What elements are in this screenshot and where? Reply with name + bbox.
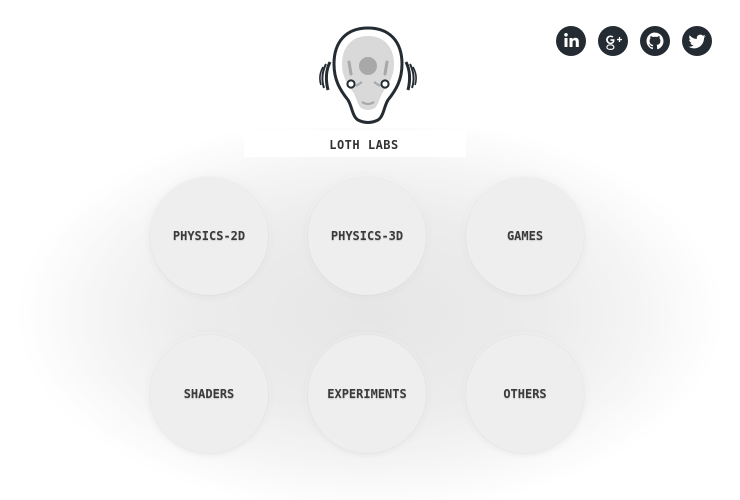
category-shaders-button[interactable]: SHADERS	[150, 335, 268, 453]
category-games-button[interactable]: GAMES	[466, 177, 584, 295]
category-label: OTHERS	[503, 387, 547, 401]
page: LOTH LABS PHYSICS-2D PHYSICS-3D GAMES SH…	[0, 0, 740, 500]
twitter-icon[interactable]	[682, 26, 712, 56]
category-others-button[interactable]: OTHERS	[466, 335, 584, 453]
category-label: PHYSICS-2D	[172, 229, 246, 243]
category-label: SHADERS	[183, 387, 235, 401]
category-experiments-button[interactable]: EXPERIMENTS	[308, 335, 426, 453]
google-plus-icon[interactable]	[598, 26, 628, 56]
category-label: EXPERIMENTS	[327, 387, 407, 401]
site-title[interactable]: LOTH LABS	[244, 138, 484, 152]
github-icon[interactable]	[640, 26, 670, 56]
category-physics-2d-button[interactable]: PHYSICS-2D	[150, 177, 268, 295]
category-label: GAMES	[506, 229, 544, 243]
linkedin-icon[interactable]	[556, 26, 586, 56]
robot-head-icon[interactable]	[318, 24, 418, 128]
category-physics-3d-button[interactable]: PHYSICS-3D	[308, 177, 426, 295]
category-label: PHYSICS-3D	[330, 229, 404, 243]
